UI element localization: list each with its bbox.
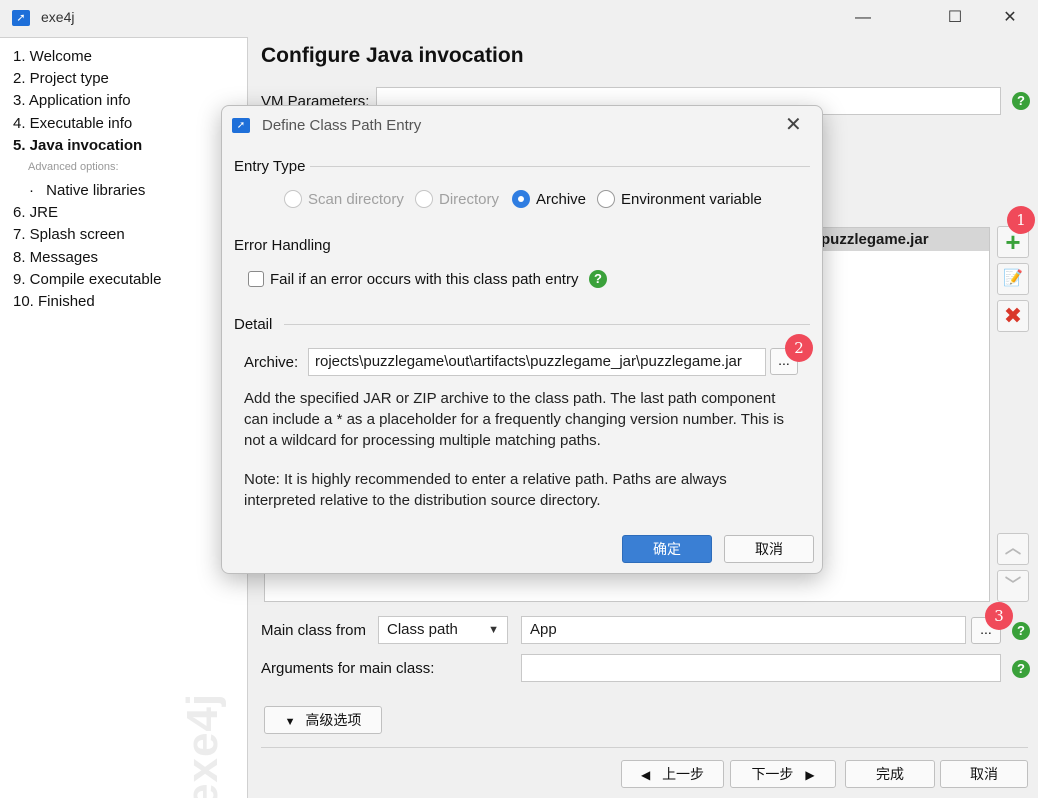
- note-line: interpreted relative to the distribution…: [244, 492, 601, 509]
- nav-item-native-libraries[interactable]: · Native libraries: [29, 182, 145, 199]
- nav-item-welcome[interactable]: 1. Welcome: [13, 48, 92, 65]
- archive-label: Archive:: [244, 354, 299, 371]
- page-title: Configure Java invocation: [261, 44, 524, 67]
- dialog-cancel-button[interactable]: 取消: [724, 535, 814, 563]
- description-line: Add the specified JAR or ZIP archive to …: [244, 390, 776, 407]
- dropdown-arrow-icon: ▼: [488, 624, 499, 636]
- back-button[interactable]: ◀ 上一步: [621, 760, 724, 788]
- main-class-input[interactable]: App: [521, 616, 966, 644]
- arguments-input[interactable]: [521, 654, 1001, 682]
- remove-entry-button[interactable]: ✖: [997, 300, 1029, 332]
- main-class-help-icon[interactable]: ?: [1012, 622, 1030, 640]
- define-class-path-entry-dialog: ➚ Define Class Path Entry ✕ Entry Type S…: [221, 105, 823, 574]
- arguments-label: Arguments for main class:: [261, 660, 435, 677]
- nav-advanced-options-header: Advanced options:: [28, 161, 119, 173]
- radio-directory[interactable]: [415, 190, 433, 208]
- entry-type-section-label: Entry Type: [234, 158, 306, 175]
- radio-environment-variable[interactable]: [597, 190, 615, 208]
- bullet-icon: ·: [29, 182, 34, 199]
- edit-icon: 📝: [1003, 270, 1023, 287]
- radio-environment-variable-label: Environment variable: [621, 191, 762, 208]
- cancel-button[interactable]: 取消: [940, 760, 1028, 788]
- radio-archive-label: Archive: [536, 191, 587, 208]
- nav-item-native-libraries-label: Native libraries: [46, 182, 146, 199]
- entry-type-divider: [310, 166, 810, 167]
- radio-scan-directory-label: Scan directory: [308, 191, 404, 208]
- advanced-options-label: 高级选项: [305, 712, 362, 728]
- nav-item-executable-info[interactable]: 4. Executable info: [13, 115, 132, 132]
- edit-entry-button[interactable]: 📝: [997, 263, 1029, 295]
- step-badge-1: 1: [1007, 206, 1035, 234]
- error-handling-section-label: Error Handling: [234, 237, 331, 254]
- step-badge-3: 3: [985, 602, 1013, 630]
- exe4j-watermark: exe4j: [178, 692, 227, 798]
- triangle-left-icon: ◀: [640, 768, 651, 782]
- minimize-button[interactable]: —: [840, 4, 886, 32]
- main-class-source-select[interactable]: Class path ▼: [378, 616, 508, 644]
- advanced-options-button[interactable]: ▼ 高级选项: [264, 706, 382, 734]
- archive-description: Add the specified JAR or ZIP archive to …: [244, 388, 804, 451]
- radio-archive[interactable]: [512, 190, 530, 208]
- arguments-help-icon[interactable]: ?: [1012, 660, 1030, 678]
- nav-item-application-info[interactable]: 3. Application info: [13, 92, 131, 109]
- main-class-source-value: Class path: [387, 621, 458, 638]
- radio-directory-label: Directory: [439, 191, 500, 208]
- radio-scan-directory[interactable]: [284, 190, 302, 208]
- fail-on-error-label: Fail if an error occurs with this class …: [270, 271, 579, 288]
- title-bar: ➚ exe4j — ☐ ✕: [0, 0, 1038, 36]
- ok-button[interactable]: 确定: [622, 535, 712, 563]
- dialog-title-bar: ➚ Define Class Path Entry ✕: [222, 106, 822, 144]
- description-line: not a wildcard for processing multiple m…: [244, 432, 601, 449]
- vm-parameters-help-icon[interactable]: ?: [1012, 92, 1030, 110]
- main-class-from-label: Main class from: [261, 622, 367, 639]
- description-line: can include a * as a placeholder for a f…: [244, 411, 785, 428]
- exe4j-dialog-icon: ➚: [232, 118, 250, 133]
- nav-item-splash-screen[interactable]: 7. Splash screen: [13, 226, 125, 243]
- back-button-label: 上一步: [662, 766, 705, 782]
- nav-item-project-type[interactable]: 2. Project type: [13, 70, 109, 87]
- nav-item-finished[interactable]: 10. Finished: [13, 293, 95, 310]
- fail-on-error-help-icon[interactable]: ?: [589, 270, 607, 288]
- next-button-label: 下一步: [751, 766, 794, 782]
- dialog-title: Define Class Path Entry: [262, 117, 422, 134]
- note-line: Note: It is highly recommended to enter …: [244, 471, 727, 488]
- maximize-button[interactable]: ☐: [932, 4, 978, 32]
- nav-item-jre[interactable]: 6. JRE: [13, 204, 58, 221]
- chevron-up-icon: ︿: [1004, 540, 1021, 557]
- step-badge-2: 2: [785, 334, 813, 362]
- close-window-button[interactable]: ✕: [987, 4, 1033, 32]
- dialog-close-icon[interactable]: ✕: [785, 112, 802, 137]
- exe4j-app-icon: ➚: [12, 10, 30, 26]
- move-up-button[interactable]: ︿: [997, 533, 1029, 565]
- triangle-down-icon: ▼: [284, 716, 296, 728]
- finish-button[interactable]: 完成: [845, 760, 935, 788]
- relative-path-note: Note: It is highly recommended to enter …: [244, 469, 804, 511]
- triangle-right-icon: ▶: [805, 768, 815, 782]
- footer-divider: [261, 747, 1028, 748]
- move-down-button[interactable]: ﹀: [997, 570, 1029, 602]
- next-button[interactable]: 下一步 ▶: [730, 760, 836, 788]
- nav-item-compile-executable[interactable]: 9. Compile executable: [13, 271, 161, 288]
- classpath-entry-text: puzzlegame.jar: [821, 231, 929, 248]
- nav-item-java-invocation[interactable]: 5. Java invocation: [13, 137, 142, 154]
- wizard-nav: 1. Welcome 2. Project type 3. Applicatio…: [0, 37, 248, 798]
- fail-on-error-checkbox[interactable]: [248, 271, 264, 287]
- window-title: exe4j: [41, 9, 75, 25]
- detail-section-label: Detail: [234, 316, 273, 333]
- chevron-down-icon: ﹀: [1004, 577, 1021, 594]
- detail-divider: [284, 324, 810, 325]
- delete-icon: ✖: [1003, 303, 1023, 328]
- nav-item-messages[interactable]: 8. Messages: [13, 249, 98, 266]
- archive-path-input[interactable]: rojects\puzzlegame\out\artifacts\puzzleg…: [308, 348, 766, 376]
